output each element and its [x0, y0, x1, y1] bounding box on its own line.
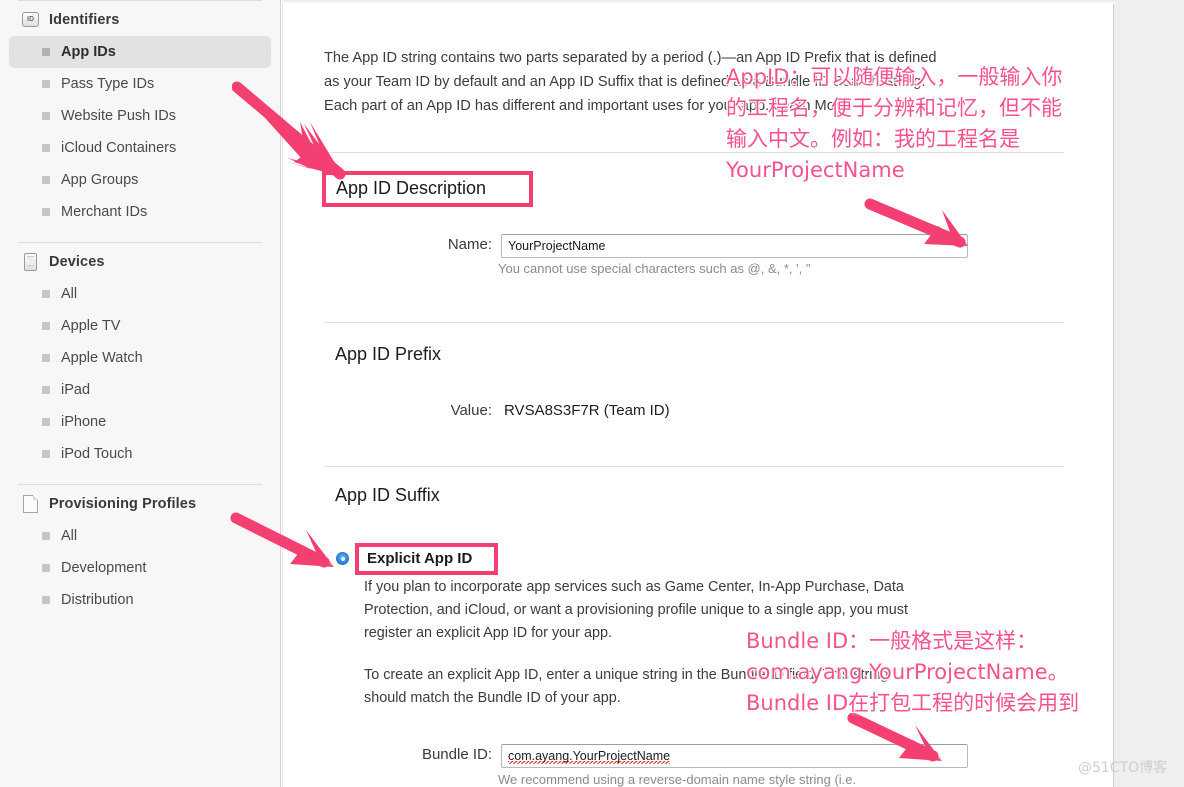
id-badge-text: ID [22, 12, 39, 27]
sidebar-item-label: Website Push IDs [61, 108, 176, 124]
sidebar-item-label: App IDs [61, 44, 116, 60]
sidebar-item-label: Development [61, 560, 147, 576]
sidebar-group-label: Identifiers [49, 11, 120, 28]
bundle-id-hint: We recommend using a reverse-domain name… [498, 772, 857, 787]
watermark: @51CTO博客 [1078, 760, 1168, 776]
bullet-icon [42, 48, 50, 56]
divider-above-suffix [324, 466, 1064, 467]
annotation-appid: AppID：可以随便输入，一般输入你 的工程名，便于分辨和记忆，但不能 输入中文… [726, 65, 1063, 182]
bundle-id-label: Bundle ID: [421, 746, 492, 763]
prefix-value-label: Value: [450, 402, 492, 419]
sidebar-item-ipad[interactable]: iPad [9, 374, 271, 406]
explicit-p1-line-2: Protection, and iCloud, or want a provis… [364, 602, 908, 618]
id-badge-icon: ID [22, 11, 39, 28]
explicit-p1-line-1: If you plan to incorporate app services … [364, 579, 904, 595]
sidebar-item-apple-watch[interactable]: Apple Watch [9, 342, 271, 374]
sidebar-item-label: All [61, 286, 78, 302]
bullet-icon [42, 386, 50, 394]
arrow-to-bundle-id-field [847, 712, 942, 762]
bullet-icon [42, 450, 50, 458]
sidebar-item-label: Apple TV [61, 318, 121, 334]
sidebar-item-label: Distribution [61, 592, 134, 608]
bullet-icon [42, 290, 50, 298]
sidebar-group-label: Provisioning Profiles [49, 495, 197, 512]
bullet-icon [42, 354, 50, 362]
highlight-text-explicit-app-id: Explicit App ID [367, 550, 473, 567]
sidebar-item-label: iPad [61, 382, 91, 398]
sidebar-item-label: App Groups [61, 172, 139, 188]
sidebar-item-apple-tv[interactable]: Apple TV [9, 310, 271, 342]
name-input-value: YourProjectName [508, 239, 606, 253]
right-panel [1113, 0, 1184, 787]
bundle-id-input-value: com.ayang.YourProjectName [508, 749, 671, 764]
sidebar-item-label: All [61, 528, 78, 544]
divider-above-prefix [324, 322, 1064, 323]
sidebar-item-merchant-ids[interactable]: Merchant IDs [9, 196, 271, 228]
bullet-icon [42, 144, 50, 152]
document-icon [22, 494, 39, 513]
bullet-icon [42, 80, 50, 88]
device-icon [22, 252, 39, 271]
sidebar-item-devices-all[interactable]: All [9, 278, 271, 310]
prefix-value: RVSA8S3F7R (Team ID) [504, 402, 670, 419]
sidebar-item-ipod-touch[interactable]: iPod Touch [9, 438, 271, 470]
name-hint: You cannot use special characters such a… [498, 261, 811, 276]
sidebar-group-identifiers: ID Identifiers [0, 1, 280, 36]
sidebar-item-iphone[interactable]: iPhone [9, 406, 271, 438]
content-top-shade [282, 0, 1114, 4]
app-root: ID Identifiers App IDs Pass Type IDs Web… [0, 0, 1184, 787]
bullet-icon [42, 564, 50, 572]
sidebar-item-label: iCloud Containers [61, 140, 177, 156]
sidebar-item-label: Apple Watch [61, 350, 143, 366]
name-label: Name: [447, 236, 492, 253]
sidebar-group-devices: Devices [0, 243, 280, 278]
sidebar-item-label: iPhone [61, 414, 107, 430]
bullet-icon [42, 532, 50, 540]
sidebar-item-profiles-distribution[interactable]: Distribution [9, 584, 271, 616]
sidebar-group-label: Devices [49, 253, 105, 270]
bullet-icon [42, 418, 50, 426]
sidebar-item-label: iPod Touch [61, 446, 133, 462]
app-id-prefix-title: App ID Prefix [335, 344, 442, 364]
bullet-icon [42, 596, 50, 604]
arrow-to-explicit-app-id [230, 512, 334, 568]
bullet-icon [42, 322, 50, 330]
sidebar-item-label: Pass Type IDs [61, 76, 155, 92]
arrow-to-name-field [864, 198, 968, 248]
arrow-to-app-id-description [232, 81, 346, 180]
app-id-suffix-title: App ID Suffix [335, 485, 440, 505]
bullet-icon [42, 112, 50, 120]
sidebar-item-label: Merchant IDs [61, 204, 148, 220]
annotation-bundleid: Bundle ID：一般格式是这样： com.ayang.YourProject… [746, 629, 1080, 715]
bullet-icon [42, 176, 50, 184]
bullet-icon [42, 208, 50, 216]
